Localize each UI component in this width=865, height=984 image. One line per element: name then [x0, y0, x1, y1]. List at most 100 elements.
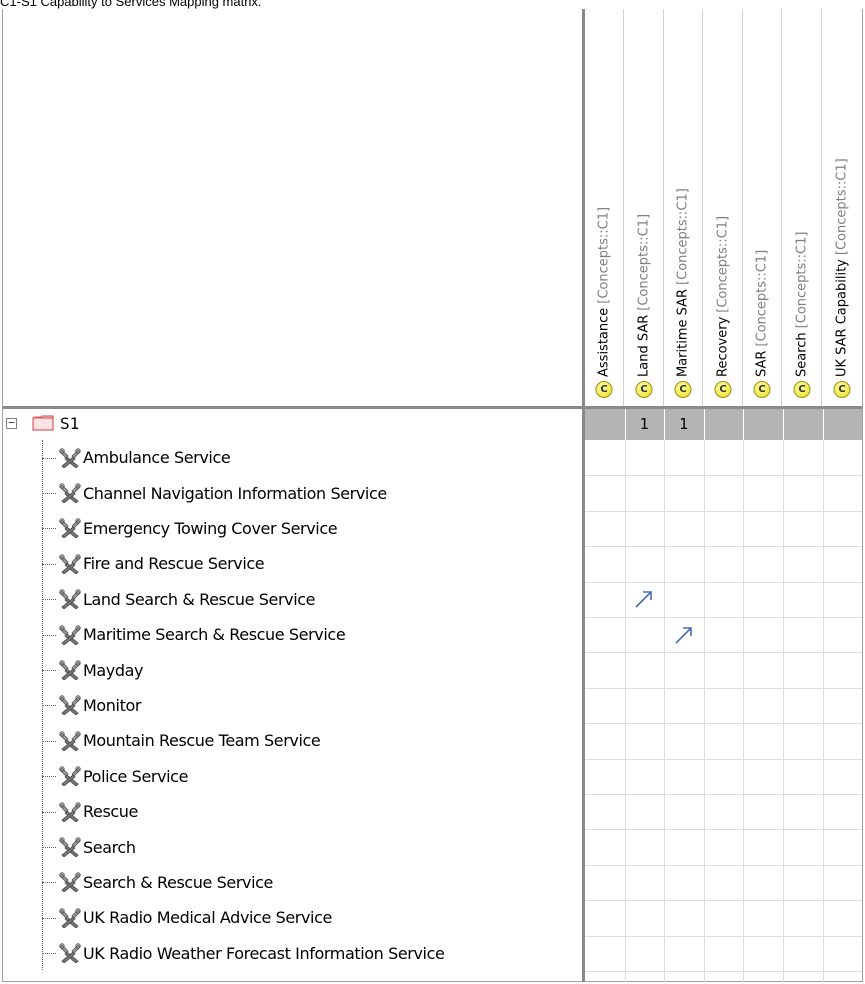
service-tools-icon: [59, 908, 81, 928]
service-label: UK Radio Medical Advice Service: [83, 908, 332, 928]
horizontal-separator[interactable]: [3, 406, 862, 409]
column-header-content: C Search [Concepts::C1]: [793, 232, 811, 398]
tree-branch: [42, 882, 56, 884]
root-count-cell[interactable]: 1: [664, 409, 703, 440]
tree-branch: [42, 457, 56, 459]
service-tools-icon: [59, 943, 81, 964]
service-tools-icon: [59, 483, 81, 504]
service-label: Channel Navigation Information Service: [83, 483, 387, 503]
root-count-cell[interactable]: [783, 409, 822, 440]
row-s1[interactable]: − S1: [3, 409, 582, 440]
column-name: UK SAR Capability: [834, 259, 850, 377]
root-count-cell[interactable]: [704, 409, 743, 440]
service-tools-icon: [59, 554, 81, 574]
service-row[interactable]: Monitor: [3, 688, 582, 723]
service-label: Maritime Search & Rescue Service: [83, 625, 346, 645]
column-tag: [Concepts::C1]: [715, 215, 731, 313]
service-label: Ambulance Service: [83, 448, 231, 468]
grid-line: [585, 829, 862, 831]
service-row[interactable]: UK Radio Medical Advice Service: [3, 900, 582, 935]
grid-line: [585, 794, 862, 795]
column-header-content: C Maritime SAR [Concepts::C1]: [674, 188, 692, 398]
column-header[interactable]: C SAR [Concepts::C1]: [743, 9, 783, 406]
service-tools-icon: [59, 695, 81, 716]
column-header-content: C SAR [Concepts::C1]: [753, 249, 771, 398]
column-header-content: C Land SAR [Concepts::C1]: [635, 213, 653, 398]
dependency-arrow-icon[interactable]: [633, 588, 655, 610]
matrix-caption: C1-S1 Capability to Services Mapping mat…: [0, 0, 262, 9]
root-count-cell[interactable]: 1: [625, 409, 664, 440]
column-tag: [Concepts::C1]: [834, 158, 850, 256]
column-header[interactable]: C Land SAR [Concepts::C1]: [625, 9, 664, 406]
capability-icon: C: [793, 381, 811, 398]
collapse-icon[interactable]: −: [6, 417, 17, 429]
service-row[interactable]: Search: [3, 829, 582, 864]
grid-line: [585, 723, 862, 725]
root-count-cell[interactable]: [743, 409, 782, 440]
column-name: Land SAR: [636, 314, 652, 377]
capability-icon: C: [833, 381, 851, 398]
service-tools-icon: [59, 518, 81, 539]
grid-line: [585, 900, 862, 902]
tree-branch: [42, 705, 56, 707]
package-icon: [32, 415, 54, 431]
dependency-arrow-icon[interactable]: [673, 624, 695, 646]
grid-line: [585, 475, 862, 477]
service-label: Mayday: [83, 660, 144, 680]
service-tools-icon: [59, 766, 81, 787]
service-tools-icon: [59, 731, 81, 751]
service-label: Mountain Rescue Team Service: [83, 731, 321, 751]
grid-line: [585, 864, 862, 866]
column-header[interactable]: C Maritime SAR [Concepts::C1]: [664, 9, 704, 406]
column-tag: [Concepts::C1]: [596, 206, 612, 304]
column-header[interactable]: C Assistance [Concepts::C1]: [585, 9, 624, 406]
capability-icon: C: [674, 381, 692, 398]
service-tools-icon: [59, 872, 81, 893]
column-header[interactable]: C Recovery [Concepts::C1]: [704, 9, 743, 406]
vertical-separator[interactable]: [582, 9, 585, 982]
service-row[interactable]: Channel Navigation Information Service: [3, 475, 582, 510]
service-row[interactable]: Ambulance Service: [3, 440, 582, 475]
capability-icon: C: [714, 381, 732, 398]
service-row[interactable]: Search & Rescue Service: [3, 865, 582, 900]
service-row[interactable]: Police Service: [3, 759, 582, 794]
service-row[interactable]: Fire and Rescue Service: [3, 546, 582, 581]
root-count-cell[interactable]: [585, 409, 624, 440]
column-header[interactable]: C UK SAR Capability [Concepts::C1]: [823, 9, 862, 406]
service-row[interactable]: Maritime Search & Rescue Service: [3, 617, 582, 652]
service-row[interactable]: Mayday: [3, 652, 582, 687]
service-row[interactable]: Land Search & Rescue Service: [3, 582, 582, 617]
column-header-content: C Assistance [Concepts::C1]: [595, 206, 613, 398]
service-label: Police Service: [83, 766, 189, 786]
tree-branch: [42, 634, 56, 636]
service-tools-icon: [59, 660, 81, 681]
service-label: Fire and Rescue Service: [83, 554, 265, 574]
grid-line: [585, 652, 862, 654]
root-count-cell[interactable]: [823, 409, 862, 440]
tree-branch: [42, 847, 56, 849]
service-label: Emergency Towing Cover Service: [83, 518, 338, 538]
column-header[interactable]: C Search [Concepts::C1]: [783, 9, 822, 406]
grid-line: [783, 409, 784, 440]
tree-branch: [42, 740, 56, 742]
tree-branch: [42, 917, 56, 919]
grid-line: [585, 971, 862, 972]
service-row[interactable]: Mountain Rescue Team Service: [3, 723, 582, 758]
grid-line: [585, 687, 862, 689]
service-row[interactable]: Rescue: [3, 794, 582, 829]
service-row[interactable]: UK Radio Weather Forecast Information Se…: [3, 936, 582, 971]
matrix-corner: [3, 9, 582, 406]
column-tag: [Concepts::C1]: [754, 249, 770, 347]
grid-line: [822, 409, 824, 440]
service-row[interactable]: Emergency Towing Cover Service: [3, 511, 582, 546]
grid-line: [585, 546, 862, 548]
tree-branch: [42, 599, 56, 601]
column-header-content: C Recovery [Concepts::C1]: [714, 215, 732, 398]
service-label: Monitor: [83, 695, 142, 715]
grid-line: [585, 758, 862, 760]
tree-branch: [42, 563, 56, 565]
column-tag: [Concepts::C1]: [675, 188, 691, 285]
service-tools-icon: [59, 624, 81, 645]
column-name: Search: [794, 332, 810, 377]
column-tag: [Concepts::C1]: [636, 213, 652, 311]
